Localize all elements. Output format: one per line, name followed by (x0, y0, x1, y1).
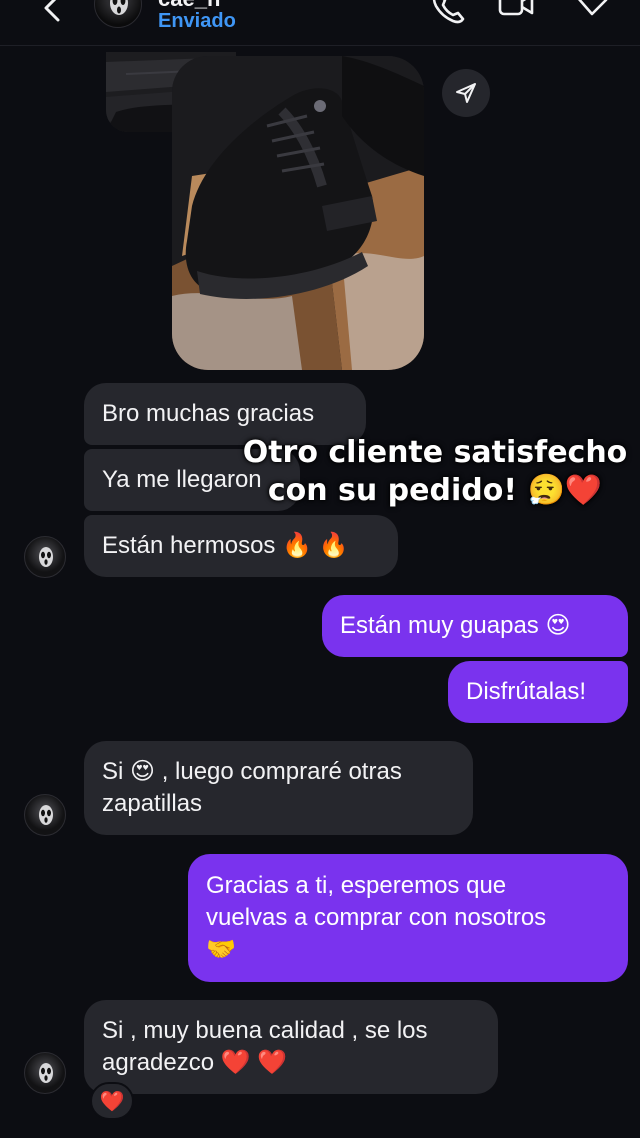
contact-avatar-small[interactable] (24, 536, 66, 578)
message-text: Bro muchas gracias (102, 400, 315, 427)
phone-icon[interactable] (428, 0, 468, 26)
message-bubble-received[interactable]: Si 😍 , luego compraré otras zapatillas (84, 741, 473, 835)
message-bubble-sent[interactable]: Disfrútalas! (448, 661, 628, 723)
share-button[interactable] (442, 69, 490, 117)
story-overlay-caption: Otro cliente satisfecho con su pedido! 😮… (240, 434, 630, 510)
message-text-line: Gracias a ti, esperemos que (206, 872, 507, 899)
contact-avatar-small[interactable] (24, 1052, 66, 1094)
contact-avatar[interactable] (94, 0, 142, 28)
video-camera-icon[interactable] (496, 0, 536, 26)
message-status: Enviado (158, 10, 236, 32)
tag-icon[interactable] (572, 0, 612, 26)
message-text-line: Si 😍 , luego compraré otras (102, 758, 402, 785)
message-bubble-sent[interactable]: Están muy guapas 😍 (322, 595, 628, 657)
message-text-line: vuelvas a comprar con nosotros (206, 904, 547, 931)
shared-photo[interactable] (106, 52, 426, 370)
message-text: Están hermosos 🔥 🔥 (102, 532, 349, 559)
message-text-line: zapatillas (102, 790, 203, 817)
message-bubble-received[interactable]: Si , muy buena calidad , se los agradezc… (84, 1000, 498, 1094)
heart-reaction[interactable]: ❤️ (90, 1082, 134, 1120)
message-bubble-sent[interactable]: Gracias a ti, esperemos que vuelvas a co… (188, 854, 628, 982)
send-icon (456, 83, 476, 103)
message-bubble-received[interactable]: Están hermosos 🔥 🔥 (84, 515, 398, 577)
sneaker-photo[interactable] (172, 56, 424, 370)
chat-header: cae_ñ Enviado (0, 0, 640, 46)
back-icon[interactable] (38, 0, 68, 24)
message-text: Están muy guapas 😍 (340, 612, 571, 639)
contact-avatar-small[interactable] (24, 794, 66, 836)
message-text-line: agradezco ❤️ ❤️ (102, 1049, 288, 1076)
heart-icon: ❤️ (99, 1090, 125, 1113)
message-text: Ya me llegaron (102, 466, 262, 493)
message-text: Disfrútalas! (466, 678, 587, 705)
caption-line: con su pedido! 😮‍💨❤️ (267, 473, 603, 508)
handshake-emoji: 🤝 (206, 936, 236, 963)
caption-line: Otro cliente satisfecho (242, 435, 628, 470)
message-text-line: Si , muy buena calidad , se los (102, 1017, 428, 1044)
